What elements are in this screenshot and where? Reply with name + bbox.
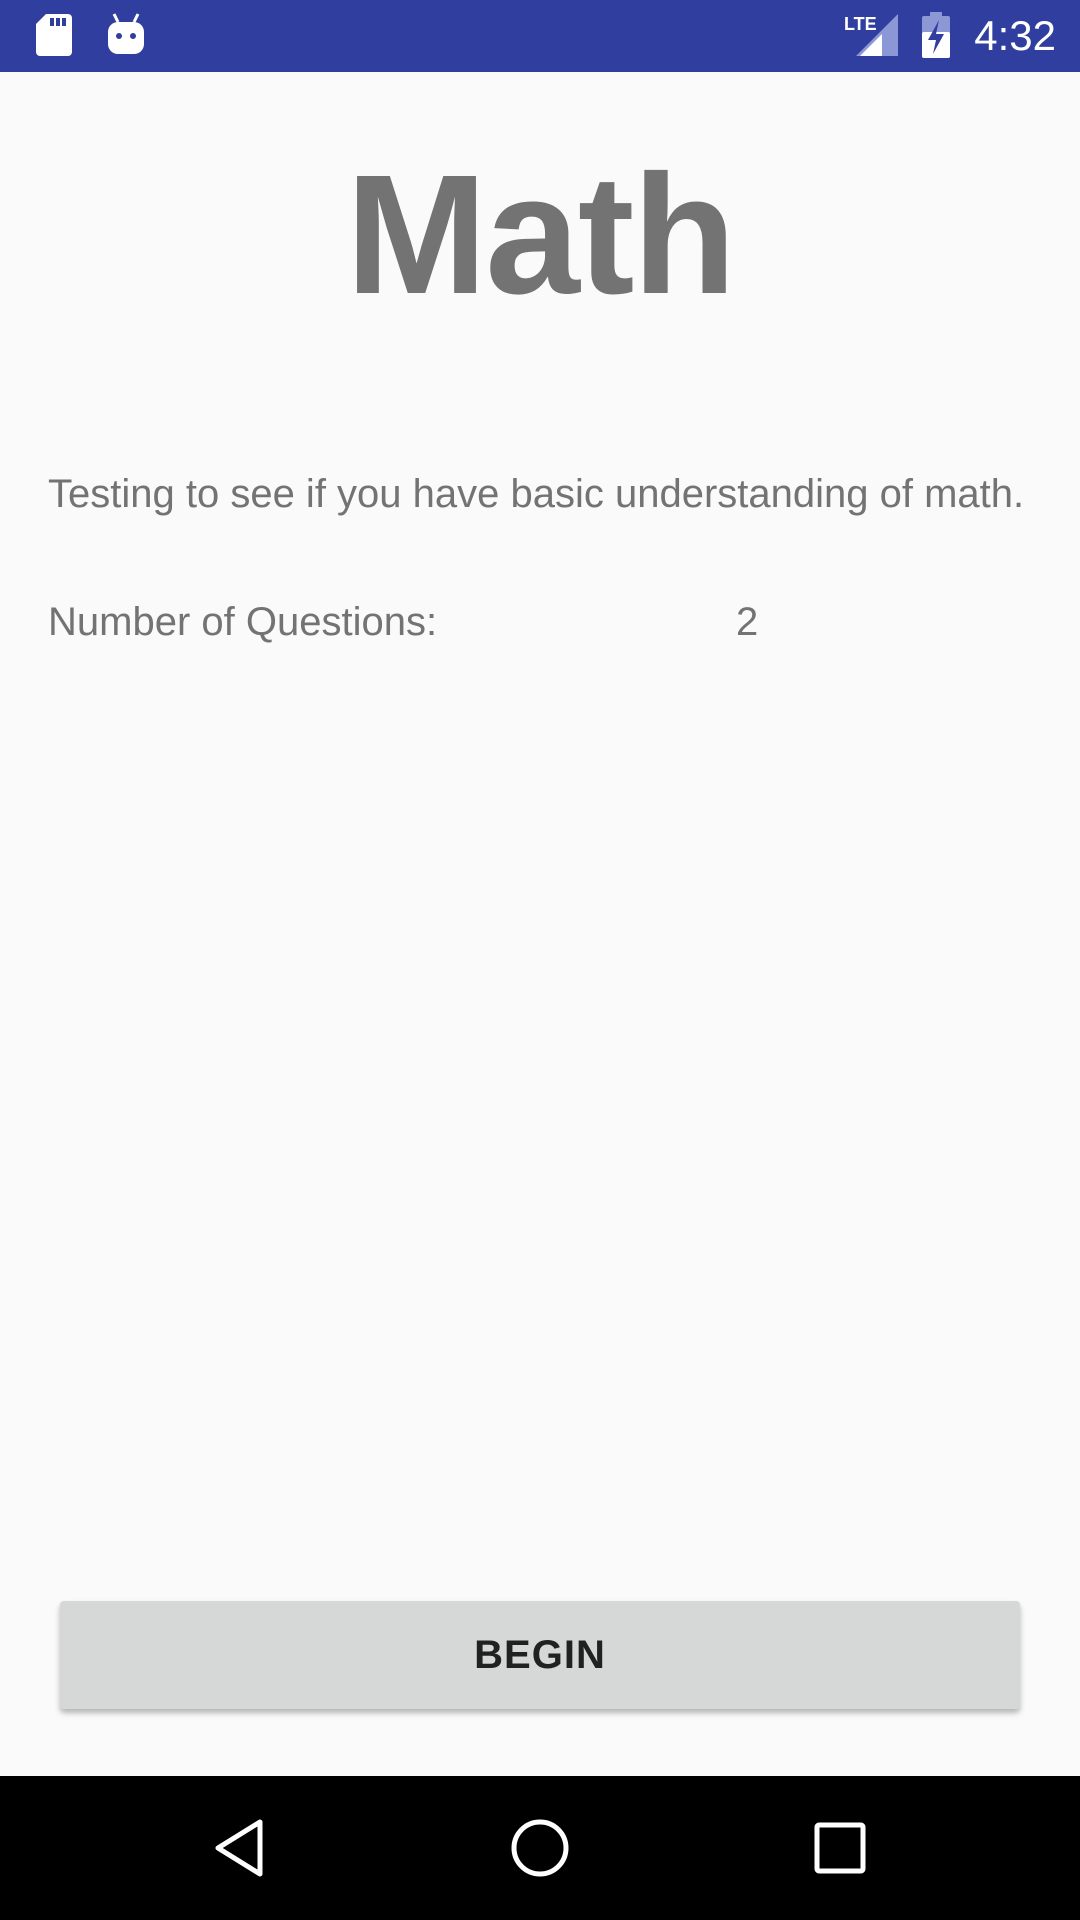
sd-card-icon <box>36 12 72 61</box>
android-debug-icon <box>106 12 146 61</box>
screen: LTE 4:32 Math Testing to see if you have… <box>0 0 1080 1920</box>
status-bar: LTE 4:32 <box>0 0 1080 72</box>
questions-count-value: 2 <box>736 600 759 644</box>
navigation-bar <box>0 1776 1080 1920</box>
recents-icon[interactable] <box>804 1812 876 1884</box>
status-bar-clock: 4:32 <box>974 12 1056 59</box>
page-title: Math <box>345 140 737 330</box>
back-icon[interactable] <box>204 1812 276 1884</box>
battery-charging-icon <box>920 12 952 63</box>
svg-text:LTE: LTE <box>844 14 877 34</box>
begin-button[interactable]: BEGIN <box>60 1601 1020 1709</box>
quiz-description: Testing to see if you have basic underst… <box>48 472 1025 516</box>
home-icon[interactable] <box>504 1812 576 1884</box>
questions-count-label: Number of Questions: <box>48 600 438 644</box>
lte-signal-icon: LTE <box>842 12 902 63</box>
